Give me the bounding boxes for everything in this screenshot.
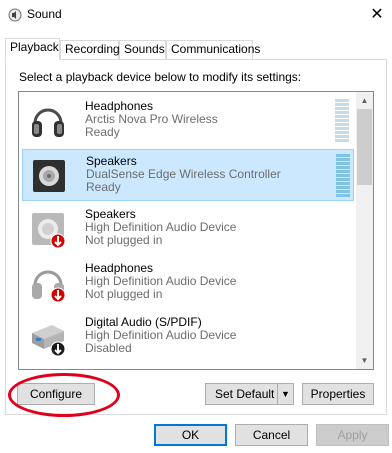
device-status: Not plugged in xyxy=(85,233,163,247)
device-status: Ready xyxy=(86,180,121,194)
ok-button[interactable]: OK xyxy=(154,424,227,446)
set-default-button[interactable]: Set Default ▼ xyxy=(205,383,294,405)
device-name: Speakers xyxy=(85,207,136,221)
device-description: High Definition Audio Device xyxy=(85,328,237,342)
close-icon: ✕ xyxy=(370,6,384,23)
set-default-label: Set Default xyxy=(215,387,275,401)
apply-button[interactable]: Apply xyxy=(316,424,389,446)
sound-app-icon xyxy=(8,8,22,22)
device-status: Not plugged in xyxy=(85,287,163,301)
window-title: Sound xyxy=(27,7,62,21)
tab-sounds[interactable]: Sounds xyxy=(119,40,166,59)
device-list[interactable]: Headphones Arctis Nova Pro Wireless Read… xyxy=(18,91,374,370)
tab-communications[interactable]: Communications xyxy=(166,40,260,59)
title-bar: Sound ✕ xyxy=(0,0,392,30)
device-name: Headphones xyxy=(85,261,154,275)
set-default-dropdown-icon[interactable]: ▼ xyxy=(277,384,293,404)
cancel-button[interactable]: Cancel xyxy=(235,424,308,446)
device-description: DualSense Edge Wireless Controller xyxy=(86,167,281,181)
properties-button[interactable]: Properties xyxy=(302,383,374,405)
list-scrollbar[interactable]: ▲ ▼ xyxy=(356,92,373,369)
device-name: Digital Audio (S/PDIF) xyxy=(85,315,202,329)
speaker-icon xyxy=(32,213,66,249)
volume-meter xyxy=(335,99,349,143)
device-row[interactable]: Headphones Arctis Nova Pro Wireless Read… xyxy=(22,95,354,147)
device-description: High Definition Audio Device xyxy=(85,274,237,288)
digital-audio-icon xyxy=(32,325,66,357)
volume-meter xyxy=(336,154,350,198)
device-row[interactable]: Digital Audio (S/PDIF) High Definition A… xyxy=(22,311,354,363)
device-name: Speakers xyxy=(86,154,137,168)
device-row-selected[interactable]: Speakers DualSense Edge Wireless Control… xyxy=(22,149,354,201)
configure-button[interactable]: Configure xyxy=(17,383,95,405)
device-description: High Definition Audio Device xyxy=(85,220,237,234)
device-status: Ready xyxy=(85,125,120,139)
device-row[interactable]: Headphones High Definition Audio Device … xyxy=(22,257,354,309)
scroll-up-arrow-icon[interactable]: ▲ xyxy=(356,92,373,109)
tab-recording[interactable]: Recording xyxy=(60,40,120,59)
scroll-thumb[interactable] xyxy=(357,109,372,185)
speaker-icon xyxy=(33,160,65,192)
close-button[interactable]: ✕ xyxy=(362,0,392,30)
scroll-down-arrow-icon[interactable]: ▼ xyxy=(356,352,373,369)
tab-playback[interactable]: Playback xyxy=(5,38,60,60)
device-row[interactable]: Speakers High Definition Audio Device No… xyxy=(22,203,354,255)
device-name: Headphones xyxy=(85,99,154,113)
instruction-text: Select a playback device below to modify… xyxy=(19,70,302,84)
headphones-icon xyxy=(32,108,64,137)
headphones-icon xyxy=(32,270,66,303)
device-description: Arctis Nova Pro Wireless xyxy=(85,112,218,126)
device-status: Disabled xyxy=(85,341,132,355)
